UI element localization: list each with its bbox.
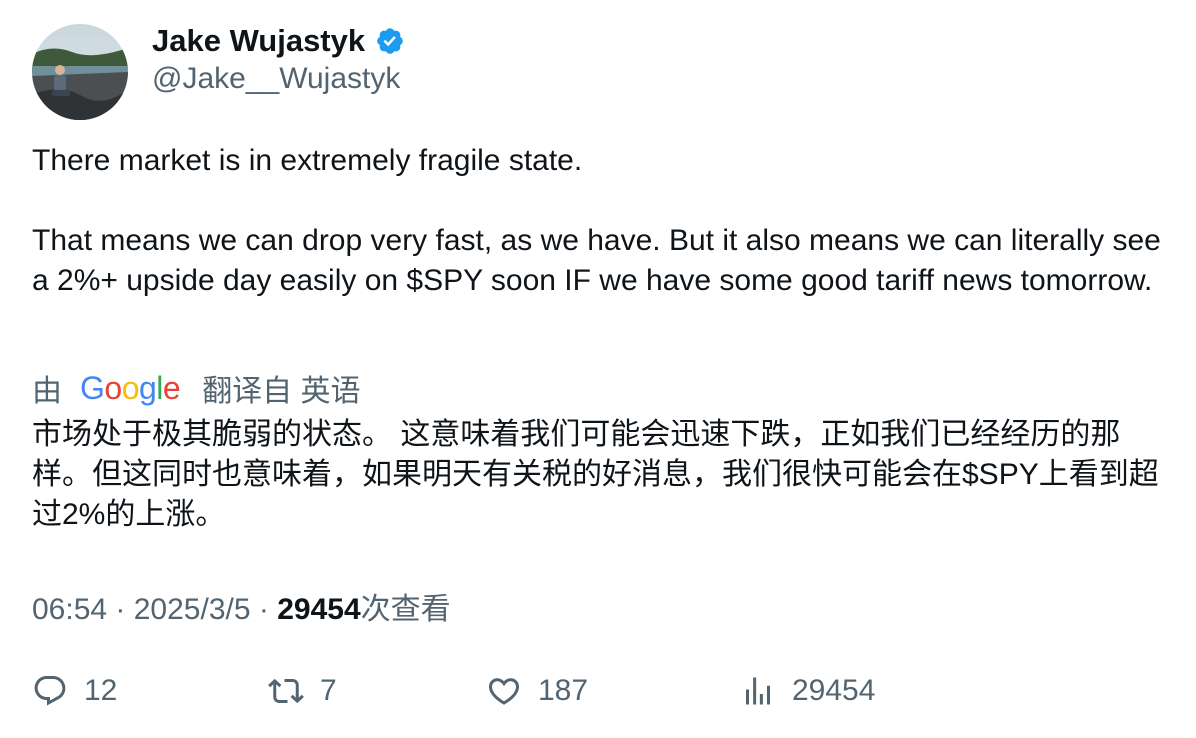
google-letter: o [104, 369, 122, 406]
tweet-paragraph-2: That means we can drop very fast, as we … [32, 224, 1161, 297]
heart-icon [486, 673, 522, 709]
meta-separator: · [107, 593, 134, 626]
translation-attribution: 由 Google 翻译自 英语 [32, 366, 361, 410]
views-action-count: 29454 [792, 674, 876, 707]
retweet-icon [268, 673, 304, 709]
reply-icon [32, 673, 68, 709]
google-letter: G [80, 369, 105, 406]
google-logo: Google [80, 369, 181, 407]
profile-photo-icon [32, 24, 128, 120]
views-label: 次查看 [360, 593, 451, 626]
tweet-date[interactable]: 2025/3/5 [134, 593, 251, 626]
like-count: 187 [538, 674, 589, 707]
meta-separator: · [250, 593, 278, 626]
reply-count: 12 [84, 674, 118, 707]
like-button[interactable]: 187 [486, 668, 588, 714]
translation-prefix: 由 [32, 375, 62, 408]
tweet-card: Jake Wujastyk @Jake__Wujastyk There mark… [0, 0, 1196, 738]
retweet-button[interactable]: 7 [268, 668, 337, 714]
author-display-name[interactable]: Jake Wujastyk [152, 23, 365, 59]
verified-badge-icon[interactable] [375, 26, 405, 56]
tweet-time[interactable]: 06:54 [32, 593, 107, 626]
google-letter: e [162, 369, 181, 406]
tweet-paragraph-1: There market is in extremely fragile sta… [32, 144, 583, 177]
author-name-row: Jake Wujastyk [152, 20, 405, 62]
author-handle[interactable]: @Jake__Wujastyk [152, 62, 400, 96]
google-letter: g [138, 369, 157, 406]
tweet-meta: 06:54 · 2025/3/5 · 29454次查看 [32, 584, 451, 628]
translated-from-label[interactable]: 翻译自 英语 [202, 366, 360, 410]
views-button[interactable]: 29454 [740, 668, 875, 714]
translated-text: 市场处于极其脆弱的状态。 这意味着我们可能会迅速下跌，正如我们已经经历的那样。但… [32, 418, 1159, 531]
avatar[interactable] [32, 24, 128, 120]
reply-button[interactable]: 12 [32, 668, 117, 714]
views-count: 29454 [277, 593, 361, 626]
google-letter: o [121, 369, 140, 406]
google-letter: l [156, 369, 163, 406]
analytics-icon [740, 673, 776, 709]
retweet-count: 7 [320, 674, 337, 707]
